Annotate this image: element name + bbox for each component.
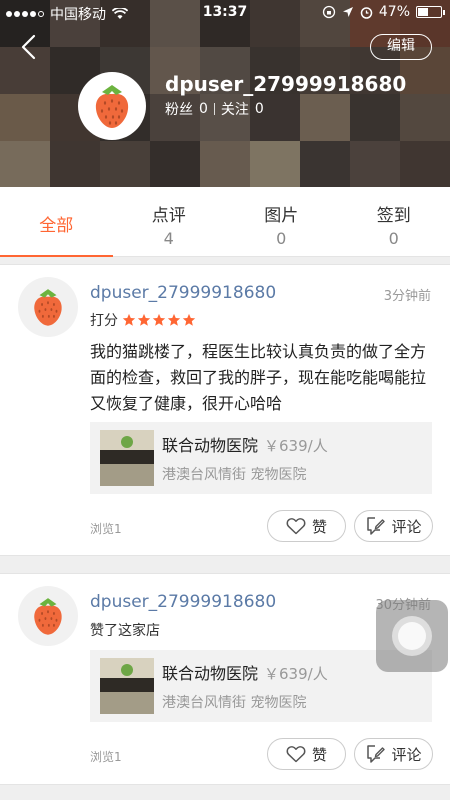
tab-label: 点评 (151, 206, 186, 226)
back-button[interactable] (14, 32, 44, 62)
like-button[interactable]: 赞 (267, 510, 346, 542)
review-text: 我的猫跳楼了，程医生比较认真负责的做了全方面的检查，救回了我的胖子，现在能吃能喝… (90, 342, 427, 413)
tab-label: 全部 (39, 216, 74, 236)
star-rating (122, 313, 196, 327)
shop-name-line: 联合动物医院 ￥639/人 (162, 660, 328, 684)
shop-name: 联合动物医院 (162, 664, 259, 683)
star-icon (137, 313, 151, 326)
follow-label: 关注 (220, 102, 249, 118)
activity-author[interactable]: dpuser_27999918680 (90, 592, 276, 612)
shop-address: 港澳台风情街 宠物医院 (162, 467, 307, 483)
edit-button[interactable]: 编辑 (370, 34, 432, 60)
tab-bar: 全部 点评 4 图片 0 签到 0 (0, 187, 450, 257)
battery-fill (418, 8, 429, 16)
like-label: 赞 (311, 517, 327, 536)
shop-name-line: 联合动物医院 ￥639/人 (162, 432, 328, 456)
like-label: 赞 (311, 745, 327, 764)
tab-count: 0 (276, 229, 287, 248)
shop-thumbnail (100, 430, 154, 486)
strawberry-icon (95, 85, 129, 128)
heart-icon (286, 746, 306, 763)
shop-thumbnail (100, 658, 154, 714)
follow-count: 0 (254, 101, 264, 117)
battery-percent: 47% (378, 4, 410, 20)
tab-all[interactable]: 全部 (0, 187, 113, 257)
rating-label: 打分 (90, 313, 118, 329)
feed-card-review: dpuser_27999918680 3分钟前 打分 我的猫跳楼了，程医生比较认… (0, 264, 450, 556)
assistive-touch-button[interactable] (376, 600, 448, 672)
tab-count: 4 (163, 229, 174, 248)
avatar[interactable] (18, 586, 78, 646)
heart-icon (286, 518, 306, 535)
profile-screen: 中国移动 13:37 47% 编辑 dpuser_27999918680 粉丝 … (0, 0, 450, 800)
shop-price: ￥639/人 (264, 437, 328, 455)
strawberry-icon (34, 289, 62, 326)
chevron-left-icon (21, 34, 36, 60)
profile-stats: 粉丝 0 关注 0 (165, 99, 264, 119)
comment-button[interactable]: 评论 (354, 738, 433, 770)
shop-name: 联合动物医院 (162, 436, 259, 455)
profile-header: 中国移动 13:37 47% 编辑 dpuser_27999918680 粉丝 … (0, 0, 450, 187)
alarm-icon (360, 6, 373, 19)
star-icon (122, 313, 136, 326)
battery-icon (416, 6, 445, 18)
star-icon (167, 313, 181, 326)
tab-checkins[interactable]: 签到 0 (338, 187, 450, 256)
review-timestamp: 3分钟前 (383, 289, 431, 304)
shop-card[interactable]: 联合动物医院 ￥639/人 港澳台风情街 宠物医院 (90, 422, 432, 494)
strawberry-icon (34, 598, 62, 635)
comment-label: 评论 (391, 745, 422, 764)
rotation-lock-icon (322, 5, 336, 19)
review-author[interactable]: dpuser_27999918680 (90, 283, 276, 303)
shop-price: ￥639/人 (264, 665, 328, 683)
tab-label: 图片 (264, 206, 299, 226)
shop-address: 港澳台风情街 宠物医院 (162, 695, 307, 711)
activity-text: 赞了这家店 (90, 623, 160, 639)
view-count: 浏览1 (90, 750, 122, 764)
comment-edit-icon (367, 745, 386, 763)
profile-username: dpuser_27999918680 (165, 72, 407, 96)
view-count: 浏览1 (90, 522, 122, 536)
like-button[interactable]: 赞 (267, 738, 346, 770)
comment-button[interactable]: 评论 (354, 510, 433, 542)
star-icon (152, 313, 166, 326)
location-icon (342, 7, 353, 17)
avatar[interactable] (78, 72, 146, 140)
comment-label: 评论 (391, 517, 422, 536)
fans-label: 粉丝 (165, 102, 193, 118)
tab-photos[interactable]: 图片 0 (225, 187, 338, 256)
avatar[interactable] (18, 277, 78, 337)
star-icon (182, 313, 196, 326)
tab-reviews[interactable]: 点评 4 (113, 187, 226, 256)
stats-divider (213, 103, 215, 115)
fans-count: 0 (199, 101, 208, 117)
comment-edit-icon (367, 517, 386, 535)
review-rating: 打分 (90, 310, 196, 330)
assistive-touch-core (398, 622, 426, 650)
tab-label: 签到 (376, 206, 411, 226)
status-bar: 中国移动 13:37 47% (0, 0, 450, 26)
tab-count: 0 (388, 229, 399, 248)
